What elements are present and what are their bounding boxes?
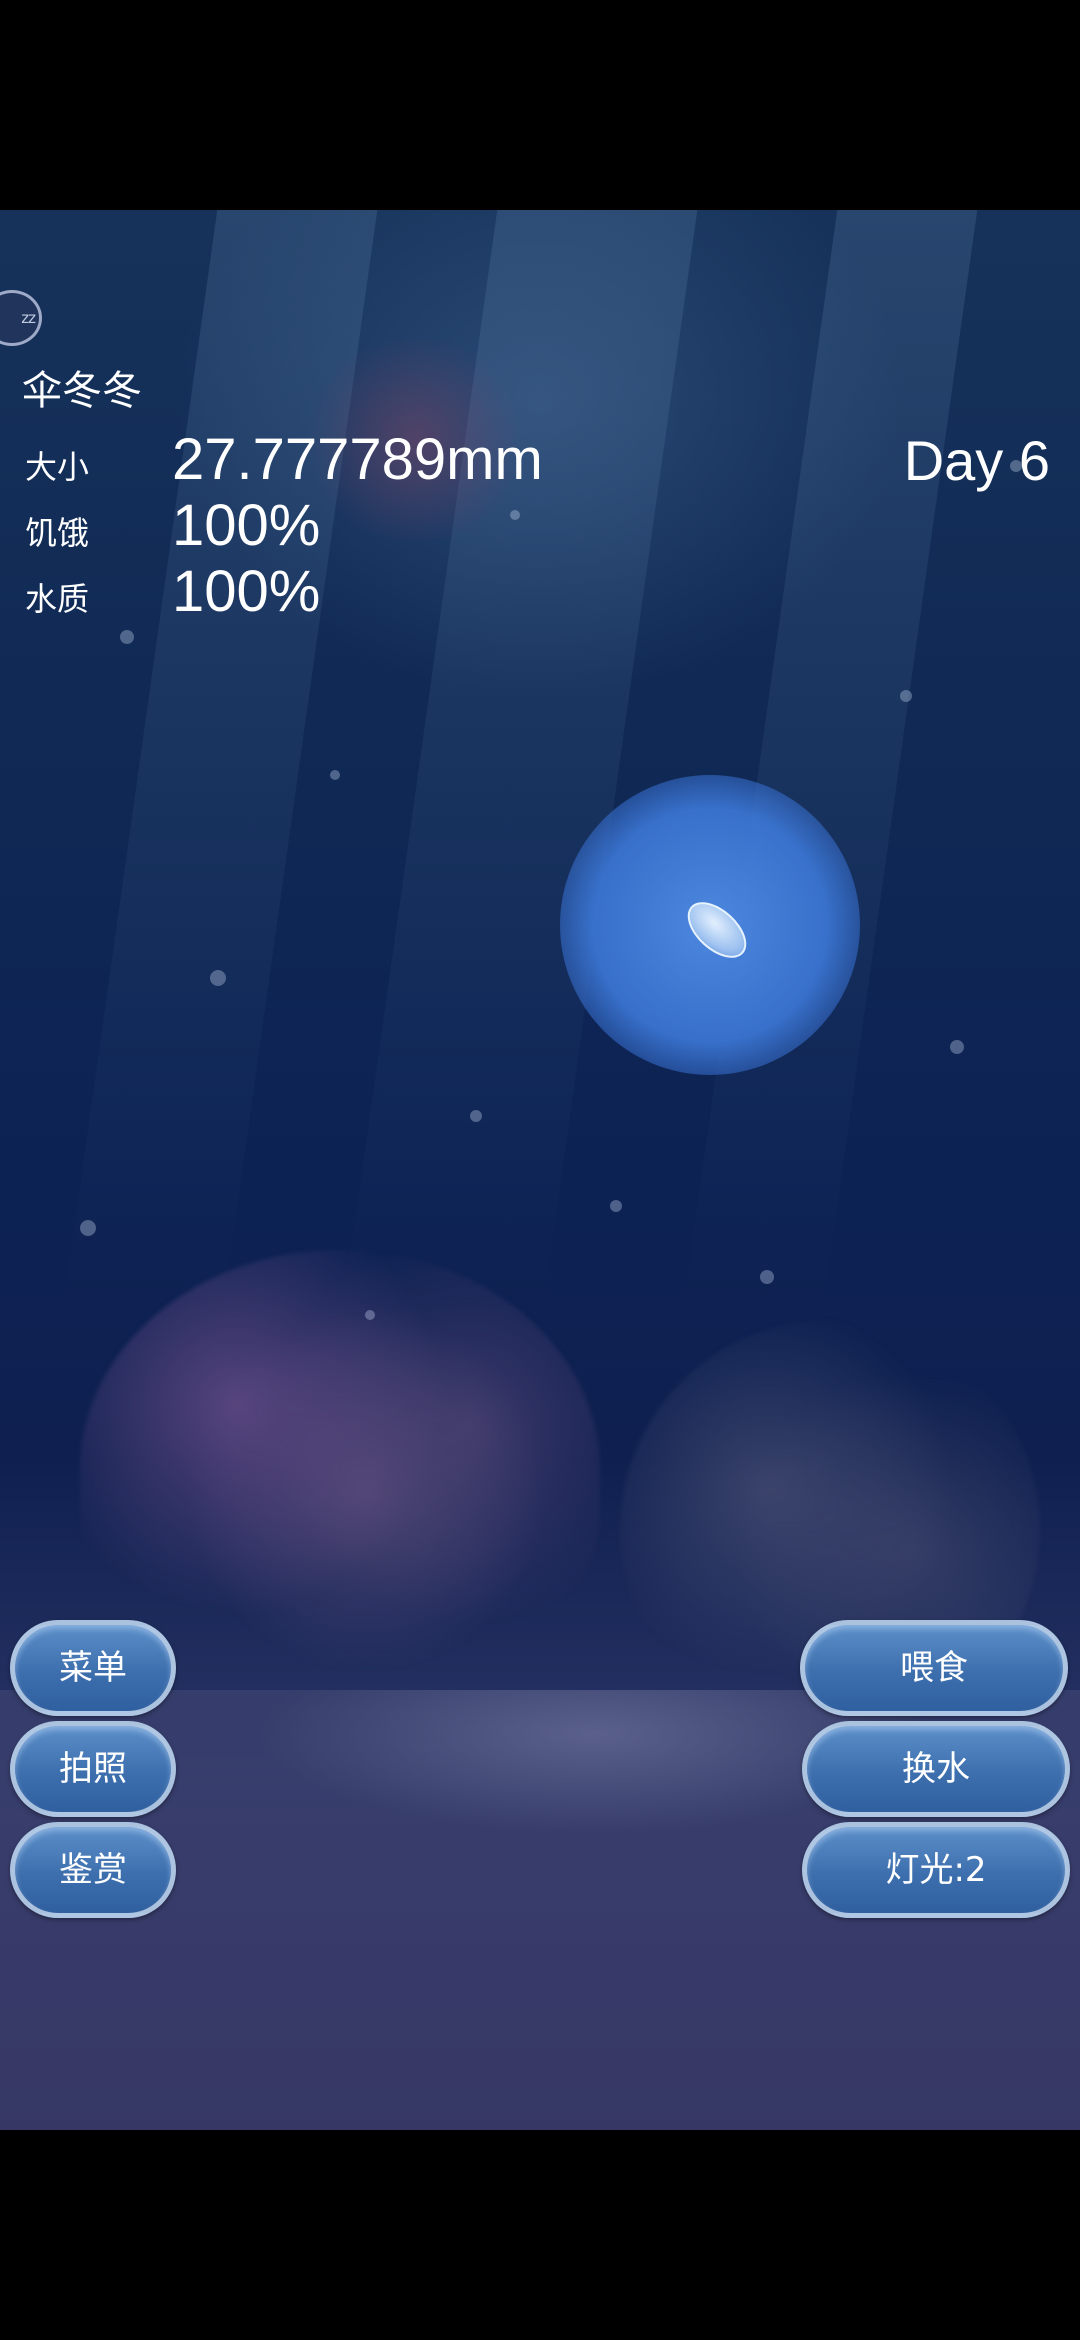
hunger-label: 饥饿 — [25, 514, 90, 552]
water-particle — [365, 1310, 375, 1320]
sleep-icon: zz — [21, 309, 36, 327]
water-particle — [210, 970, 226, 986]
hunger-value: 100% — [172, 493, 321, 558]
light-ray — [682, 210, 978, 1310]
water-quality-label: 水质 — [25, 580, 90, 618]
feed-button[interactable]: 喂食 — [800, 1620, 1068, 1716]
water-particle — [80, 1220, 96, 1236]
water-quality-value: 100% — [172, 559, 321, 624]
water-particle — [950, 1040, 964, 1054]
size-label: 大小 — [25, 448, 90, 486]
appreciate-button[interactable]: 鉴赏 — [10, 1822, 176, 1918]
water-particle — [760, 1270, 774, 1284]
water-particle — [470, 1110, 482, 1122]
light-button[interactable]: 灯光:2 — [802, 1822, 1070, 1918]
photo-button[interactable]: 拍照 — [10, 1721, 176, 1817]
water-particle — [900, 690, 912, 702]
change-water-button[interactable]: 换水 — [802, 1721, 1070, 1817]
water-particle — [510, 510, 520, 520]
menu-button[interactable]: 菜单 — [10, 1620, 176, 1716]
day-counter: Day 6 — [903, 429, 1050, 492]
pet-name: 伞冬冬 — [22, 368, 142, 414]
coral-left — [80, 1250, 600, 1690]
size-value: 27.777789mm — [172, 427, 543, 492]
water-particle — [610, 1200, 622, 1212]
water-particle — [120, 630, 134, 644]
water-particle — [330, 770, 340, 780]
game-screen: zz 伞冬冬 大小 27.777789mm 饥饿 100% 水质 100% Da… — [0, 0, 1080, 2340]
